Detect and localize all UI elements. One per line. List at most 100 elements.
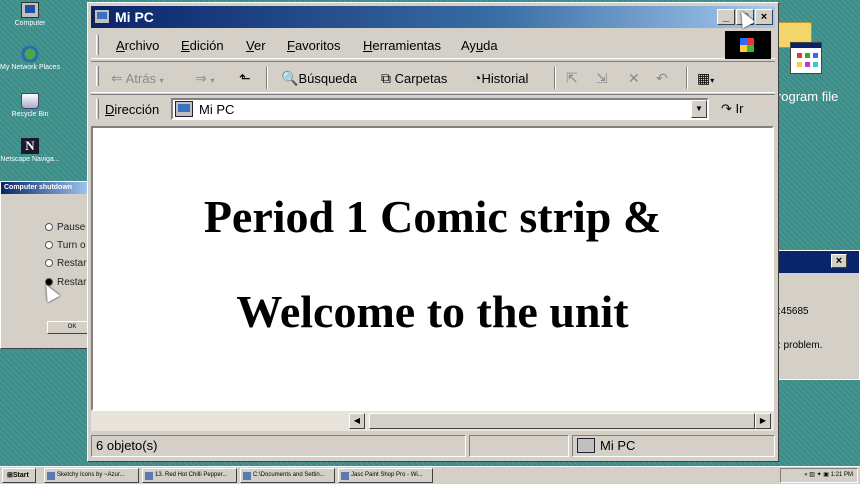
scroll-left-button[interactable]: ◀	[349, 413, 365, 429]
shutdown-option-restart[interactable]: Restar	[45, 258, 86, 269]
windows-logo-icon	[725, 31, 771, 59]
network-places-icon	[21, 46, 39, 62]
address-bar: Dirección Mi PC ▼ ↷ Ir	[91, 94, 775, 124]
copy-to-button[interactable]: ⇲	[596, 70, 608, 87]
shutdown-option-turn-off[interactable]: Turn o	[45, 240, 86, 251]
menu-ayuda[interactable]: Ayuda	[461, 38, 498, 53]
back-arrow-icon: ⇐	[111, 70, 123, 86]
move-to-icon: ⇱	[566, 70, 578, 86]
back-button[interactable]: ⇐ Atrás ▾	[111, 70, 164, 87]
close-button[interactable]: ×	[755, 9, 773, 25]
desktop-icon-recycle-bin[interactable]: Recycle Bin	[0, 93, 60, 119]
content-pane: Period 1 Comic strip & Welcome to the un…	[91, 126, 774, 411]
dropdown-arrow-icon: ▾	[710, 76, 715, 85]
dropdown-arrow-icon: ▾	[159, 76, 164, 85]
addressbar-grip[interactable]	[96, 99, 99, 119]
go-arrow-icon: ↷	[721, 101, 732, 116]
system-tray: « ▥ ✦ ▣ 1:21 PM	[780, 468, 858, 483]
shutdown-dialog-title: Computer shutdown	[1, 182, 91, 194]
program-file-icon[interactable]	[790, 42, 822, 74]
netscape-icon: N	[21, 138, 39, 154]
horizontal-scrollbar[interactable]: ◀ ▶	[91, 411, 774, 431]
error-dialog-titlebar: ×	[776, 251, 859, 273]
desktop-icon-label: My Network Places	[0, 64, 60, 71]
taskbar-item-paint-shop-pro[interactable]: Jasc Paint Shop Pro - Wi...	[338, 468, 433, 483]
forward-button[interactable]: ⇒ ▾	[195, 70, 214, 87]
radio-icon	[45, 223, 53, 231]
slide-title-line-2: Welcome to the unit	[236, 286, 629, 337]
error-message-text: : problem.	[778, 340, 823, 351]
menu-herramientas[interactable]: Herramientas	[363, 38, 441, 53]
desktop-icon-label: Netscape Naviga...	[0, 156, 60, 163]
desktop-icon-label: Recycle Bin	[11, 111, 49, 118]
standard-toolbar: ⇐ Atrás ▾ ⇒ ▾ ⬑ 🔍Búsqueda ⧉ Carpetas ◔Hi…	[91, 61, 775, 93]
menu-edicion[interactable]: Edición	[181, 38, 224, 53]
history-button[interactable]: ◔Historial	[473, 70, 528, 86]
toolbar-separator	[266, 67, 268, 89]
computer-icon	[21, 2, 39, 18]
menu-favoritos[interactable]: Favoritos	[287, 38, 340, 53]
taskbar-item-documents[interactable]: C:\Documents and Settin...	[240, 468, 335, 483]
toolbar-separator	[686, 67, 688, 89]
my-computer-icon	[175, 101, 193, 117]
menu-bar: Archivo Edición Ver Favoritos Herramient…	[91, 31, 775, 59]
error-dialog: × :45685 : problem.	[775, 250, 860, 380]
desktop-icon-computer[interactable]: Computer	[0, 2, 60, 28]
error-dialog-close-button[interactable]: ×	[831, 254, 847, 268]
taskbar-item-sketchy-icons[interactable]: Sketchy Icons by ~Azur...	[44, 468, 139, 483]
menubar-grip[interactable]	[96, 35, 99, 55]
slide-title-line-1: Period 1 Comic strip &	[203, 191, 662, 242]
forward-arrow-icon: ⇒	[195, 70, 207, 86]
shutdown-option-pause[interactable]: Pause	[45, 222, 85, 233]
toolbar-separator	[554, 67, 556, 89]
window-titlebar[interactable]: Mi PC _ □ ×	[91, 6, 775, 28]
delete-x-icon: ✕	[628, 70, 640, 86]
taskbar: ⊞Start Sketchy Icons by ~Azur... 13. Red…	[0, 466, 860, 484]
address-label: Dirección	[105, 102, 160, 117]
my-computer-icon	[94, 9, 110, 24]
desktop-icon-netscape[interactable]: N Netscape Naviga...	[0, 138, 60, 164]
tray-icons[interactable]: « ▥ ✦ ▣	[804, 472, 830, 478]
dropdown-arrow-icon: ▾	[210, 76, 215, 85]
start-button[interactable]: ⊞Start	[2, 468, 36, 483]
status-object-count: 6 objeto(s)	[91, 435, 466, 457]
radio-icon	[45, 259, 53, 267]
undo-icon: ↶	[656, 70, 668, 86]
address-dropdown-button[interactable]: ▼	[691, 100, 707, 118]
desktop-icon-network[interactable]: My Network Places	[0, 46, 60, 72]
folders-icon: ⧉	[381, 70, 391, 86]
toolbar-grip[interactable]	[96, 66, 99, 86]
explorer-window: Mi PC _ □ × Archivo Edición Ver Favorito…	[87, 2, 779, 462]
shutdown-dialog: Computer shutdown Pause Turn o Restar Re…	[0, 181, 97, 349]
move-to-button[interactable]: ⇱	[566, 70, 578, 87]
copy-to-icon: ⇲	[596, 70, 608, 86]
views-grid-icon: ▦	[697, 70, 711, 86]
menu-archivo[interactable]: Archivo	[116, 38, 159, 53]
minimize-button[interactable]: _	[717, 9, 735, 25]
status-zone: Mi PC	[572, 435, 775, 457]
status-empty-cell	[469, 435, 569, 457]
folders-button[interactable]: ⧉ Carpetas	[381, 70, 447, 87]
undo-button[interactable]: ↶	[656, 70, 668, 87]
delete-button[interactable]: ✕	[628, 70, 640, 87]
views-button[interactable]: ▦▾	[697, 70, 714, 87]
go-button[interactable]: ↷ Ir	[721, 101, 743, 117]
search-icon: 🔍	[281, 70, 299, 86]
radio-icon	[45, 241, 53, 249]
address-value: Mi PC	[199, 102, 235, 117]
scroll-thumb[interactable]	[369, 413, 755, 429]
status-bar: 6 objeto(s) Mi PC	[91, 435, 775, 457]
my-computer-icon	[577, 438, 595, 453]
taskbar-item-red-hot-chilli[interactable]: 13. Red Hot Chilli Pepper...	[142, 468, 237, 483]
error-code-text: :45685	[778, 306, 809, 317]
menu-ver[interactable]: Ver	[246, 38, 266, 53]
search-button[interactable]: 🔍Búsqueda	[281, 70, 357, 87]
clock: 1:21 PM	[830, 472, 853, 478]
scroll-right-button[interactable]: ▶	[755, 413, 771, 429]
desktop-icon-label: Computer	[14, 20, 46, 27]
address-input[interactable]: Mi PC ▼	[171, 98, 709, 120]
up-folder-icon: ⬑	[239, 70, 251, 86]
up-folder-button[interactable]: ⬑	[239, 70, 251, 87]
window-title: Mi PC	[115, 9, 154, 25]
recycle-bin-icon	[21, 93, 39, 109]
